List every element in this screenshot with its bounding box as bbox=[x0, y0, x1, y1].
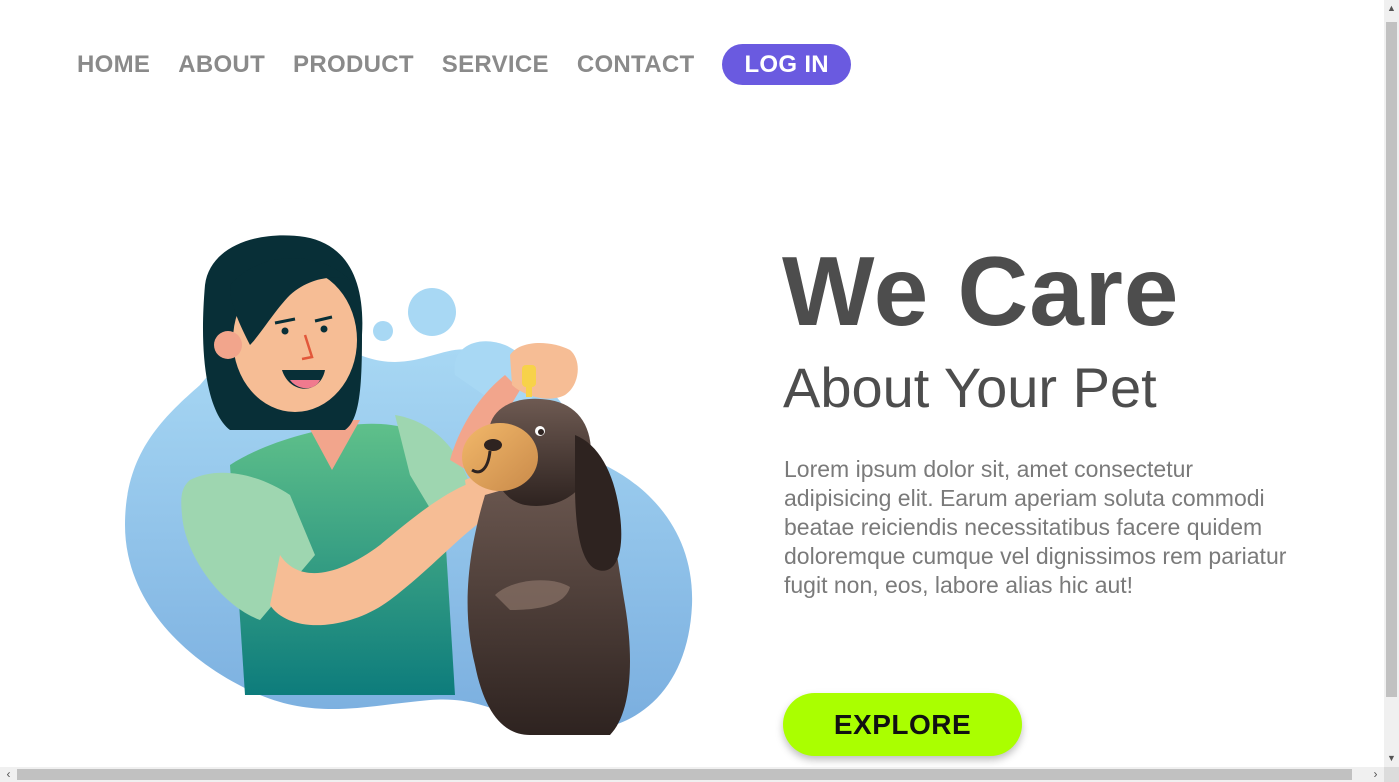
login-button[interactable]: LOG IN bbox=[722, 44, 851, 85]
nav-product[interactable]: PRODUCT bbox=[293, 51, 414, 79]
scroll-up-arrow-icon[interactable]: ▲ bbox=[1384, 0, 1399, 17]
nav-contact[interactable]: CONTACT bbox=[577, 51, 695, 79]
vertical-scrollbar[interactable]: ▲ ▼ bbox=[1384, 0, 1399, 767]
bubble-large bbox=[408, 288, 456, 336]
hero-headline: We Care bbox=[782, 236, 1180, 346]
hero-body-text: Lorem ipsum dolor sit, amet consectetur … bbox=[784, 456, 1287, 598]
nav-service[interactable]: SERVICE bbox=[442, 51, 549, 79]
main-nav: HOME ABOUT PRODUCT SERVICE CONTACT LOG I… bbox=[77, 44, 851, 85]
explore-button[interactable]: EXPLORE bbox=[783, 693, 1022, 756]
vertical-scroll-thumb[interactable] bbox=[1386, 22, 1397, 697]
bubble-small bbox=[373, 321, 393, 341]
scroll-right-arrow-icon[interactable]: › bbox=[1367, 767, 1384, 782]
horizontal-scroll-thumb[interactable] bbox=[17, 769, 1352, 780]
nav-about[interactable]: ABOUT bbox=[178, 51, 265, 79]
page: HOME ABOUT PRODUCT SERVICE CONTACT LOG I… bbox=[0, 0, 1384, 767]
hero-subheadline: About Your Pet bbox=[783, 356, 1157, 419]
nav-home[interactable]: HOME bbox=[77, 51, 150, 79]
vet-with-dog-illustration bbox=[125, 235, 693, 735]
scroll-down-arrow-icon[interactable]: ▼ bbox=[1384, 750, 1399, 767]
scrollbar-corner bbox=[1384, 767, 1399, 782]
horizontal-scrollbar[interactable]: ‹ › bbox=[0, 767, 1384, 782]
scroll-left-arrow-icon[interactable]: ‹ bbox=[0, 767, 17, 782]
